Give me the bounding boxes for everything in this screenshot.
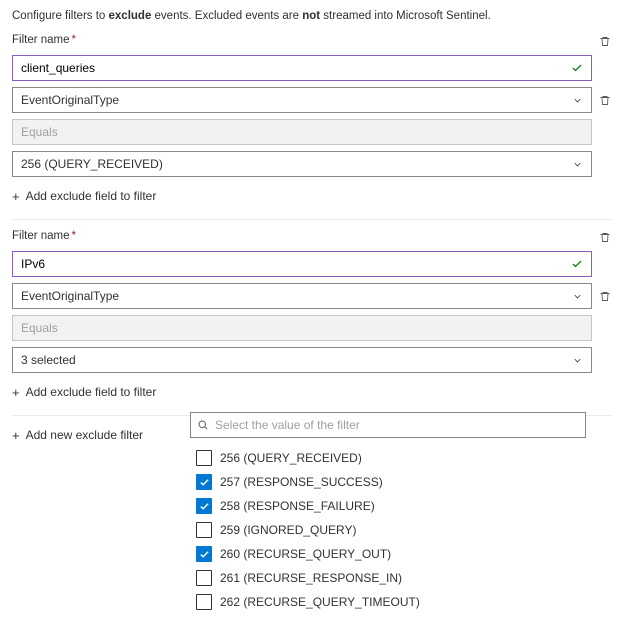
operator-display: Equals xyxy=(12,315,592,341)
delete-field-button[interactable] xyxy=(598,290,612,303)
dropdown-search[interactable] xyxy=(190,412,586,438)
plus-icon: + xyxy=(12,386,20,399)
checkbox[interactable] xyxy=(196,594,212,610)
value-select[interactable]: 256 (QUERY_RECEIVED) xyxy=(12,151,592,177)
checkmark-icon xyxy=(199,477,210,488)
operator-value: Equals xyxy=(21,125,58,139)
filter-block: Filter name* EventOriginalType Equals xyxy=(12,230,612,409)
chevron-down-icon xyxy=(572,95,583,106)
dropdown-search-input[interactable] xyxy=(213,417,579,433)
add-field-label: Add exclude field to filter xyxy=(26,385,157,399)
add-exclude-field-button[interactable]: + Add exclude field to filter xyxy=(12,183,612,213)
filter-name-field[interactable] xyxy=(21,257,571,271)
add-exclude-field-button[interactable]: + Add exclude field to filter xyxy=(12,379,612,409)
filter-name-field[interactable] xyxy=(21,61,571,75)
divider xyxy=(12,219,612,220)
operator-display: Equals xyxy=(12,119,592,145)
field-select[interactable]: EventOriginalType xyxy=(12,87,592,113)
label-text: Filter name xyxy=(12,230,70,242)
desc-text: events. Excluded events are xyxy=(151,10,302,22)
chevron-down-icon xyxy=(572,355,583,366)
trash-icon xyxy=(599,35,611,48)
filter-name-label: Filter name* xyxy=(12,230,592,242)
desc-bold: not xyxy=(302,10,320,22)
valid-icon xyxy=(571,258,583,270)
dropdown-option-label: 259 (IGNORED_QUERY) xyxy=(220,523,356,537)
checkbox[interactable] xyxy=(196,570,212,586)
label-text: Filter name xyxy=(12,34,70,46)
field-select[interactable]: EventOriginalType xyxy=(12,283,592,309)
dropdown-option-label: 257 (RESPONSE_SUCCESS) xyxy=(220,475,383,489)
dropdown-option[interactable]: 261 (RECURSE_RESPONSE_IN) xyxy=(190,566,586,590)
chevron-down-icon xyxy=(572,159,583,170)
desc-text: streamed into Microsoft Sentinel. xyxy=(320,10,491,22)
value-select-display: 256 (QUERY_RECEIVED) xyxy=(21,157,163,171)
trash-icon xyxy=(599,94,611,107)
value-select-display: 3 selected xyxy=(21,353,76,367)
dropdown-option[interactable]: 259 (IGNORED_QUERY) xyxy=(190,518,586,542)
dropdown-option[interactable]: 260 (RECURSE_QUERY_OUT) xyxy=(190,542,586,566)
dropdown-option[interactable]: 256 (QUERY_RECEIVED) xyxy=(190,446,586,470)
checkbox[interactable] xyxy=(196,546,212,562)
dropdown-option-label: 256 (QUERY_RECEIVED) xyxy=(220,451,362,465)
desc-text: Configure filters to xyxy=(12,10,109,22)
dropdown-option[interactable]: 262 (RECURSE_QUERY_TIMEOUT) xyxy=(190,590,586,614)
delete-filter-button[interactable] xyxy=(598,35,612,48)
required-asterisk: * xyxy=(72,34,76,46)
plus-icon: + xyxy=(12,429,20,442)
field-select-value: EventOriginalType xyxy=(21,289,119,303)
description: Configure filters to exclude events. Exc… xyxy=(12,10,612,22)
trash-icon xyxy=(599,231,611,244)
dropdown-option-label: 260 (RECURSE_QUERY_OUT) xyxy=(220,547,391,561)
chevron-down-icon xyxy=(572,291,583,302)
dropdown-option-label: 261 (RECURSE_RESPONSE_IN) xyxy=(220,571,402,585)
dropdown-option-label: 258 (RESPONSE_FAILURE) xyxy=(220,499,375,513)
filter-block: Filter name* EventOriginalType Equals xyxy=(12,34,612,213)
required-asterisk: * xyxy=(72,230,76,242)
valid-icon xyxy=(571,62,583,74)
add-filter-label: Add new exclude filter xyxy=(26,428,143,442)
desc-bold: exclude xyxy=(109,10,152,22)
checkbox[interactable] xyxy=(196,450,212,466)
checkmark-icon xyxy=(199,501,210,512)
value-dropdown-panel: 256 (QUERY_RECEIVED) 257 (RESPONSE_SUCCES… xyxy=(190,412,586,614)
trash-icon xyxy=(599,290,611,303)
filter-name-input[interactable] xyxy=(12,55,592,81)
checkmark-icon xyxy=(199,549,210,560)
operator-value: Equals xyxy=(21,321,58,335)
delete-field-button[interactable] xyxy=(598,94,612,107)
filter-name-label: Filter name* xyxy=(12,34,592,46)
plus-icon: + xyxy=(12,190,20,203)
dropdown-option[interactable]: 257 (RESPONSE_SUCCESS) xyxy=(190,470,586,494)
dropdown-option-label: 262 (RECURSE_QUERY_TIMEOUT) xyxy=(220,595,420,609)
checkbox[interactable] xyxy=(196,498,212,514)
dropdown-option[interactable]: 258 (RESPONSE_FAILURE) xyxy=(190,494,586,518)
delete-filter-button[interactable] xyxy=(598,231,612,244)
field-select-value: EventOriginalType xyxy=(21,93,119,107)
value-select[interactable]: 3 selected xyxy=(12,347,592,373)
checkbox[interactable] xyxy=(196,522,212,538)
checkbox[interactable] xyxy=(196,474,212,490)
add-field-label: Add exclude field to filter xyxy=(26,189,157,203)
filter-name-input[interactable] xyxy=(12,251,592,277)
search-icon xyxy=(197,419,209,431)
